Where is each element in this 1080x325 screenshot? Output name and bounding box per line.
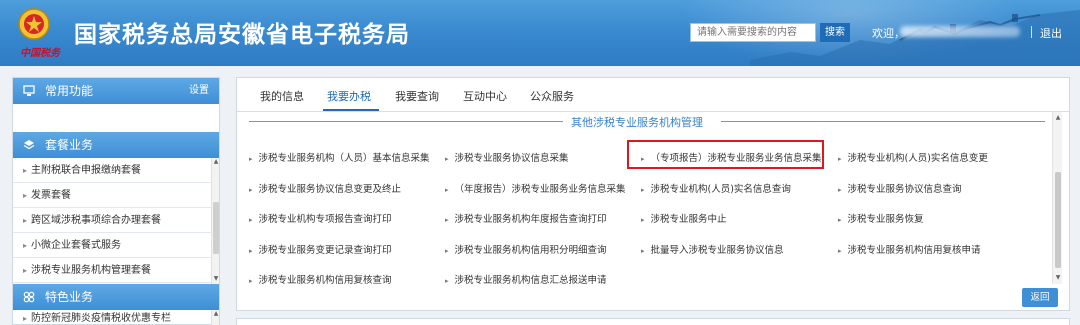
logout-link[interactable]: 退出 bbox=[1040, 25, 1062, 41]
link-credit-score-query[interactable]: 涉税专业服务机构信用积分明细查询 bbox=[445, 242, 607, 256]
scroll-up-icon[interactable]: ▲ bbox=[1054, 114, 1062, 121]
link-agreement-collect[interactable]: 涉税专业服务协议信息采集 bbox=[445, 150, 569, 164]
link-agency-basic-info[interactable]: 涉税专业服务机构（人员）基本信息采集 bbox=[249, 150, 430, 164]
sidebar-item-covid-tax[interactable]: 防控新冠肺炎疫情税收优惠专栏 bbox=[13, 310, 211, 325]
sidebar-item-cross-region[interactable]: 跨区域涉税事项综合办理套餐 bbox=[13, 208, 211, 233]
back-button[interactable]: 返回 bbox=[1022, 288, 1058, 307]
main-scrollbar[interactable]: ▲ ▼ bbox=[1052, 112, 1062, 284]
sidebar-header-common[interactable]: 常用功能 设置 bbox=[13, 78, 219, 104]
sidebar: 常用功能 设置 套餐业务 主附税联合申报缴纳套餐 发票套餐 跨区域涉税事项综合办… bbox=[12, 77, 220, 325]
scroll-down-icon[interactable]: ▼ bbox=[1054, 274, 1062, 281]
link-service-resume[interactable]: 涉税专业服务恢复 bbox=[838, 211, 924, 225]
scroll-up-icon[interactable]: ▲ bbox=[212, 158, 220, 166]
link-realname-query[interactable]: 涉税专业机构(人员)实名信息查询 bbox=[641, 181, 791, 195]
tab-query[interactable]: 我要查询 bbox=[395, 88, 439, 104]
link-special-report-print[interactable]: 涉税专业机构专项报告查询打印 bbox=[249, 211, 392, 225]
lower-panel-edge bbox=[236, 318, 1070, 325]
main-panel: 我的信息 我要办税 我要查询 互动中心 公众服务 其他涉税专业服务机构管理 涉税… bbox=[236, 77, 1070, 311]
link-annual-report-print[interactable]: 涉税专业服务机构年度报告查询打印 bbox=[445, 211, 607, 225]
link-batch-import[interactable]: 批量导入涉税专业服务协议信息 bbox=[641, 242, 784, 256]
scroll-up-icon[interactable]: ▲ bbox=[212, 310, 220, 318]
sidebar-header-common-label: 常用功能 bbox=[45, 84, 94, 98]
link-credit-review-query[interactable]: 涉税专业服务机构信用复核查询 bbox=[249, 272, 392, 286]
tab-my-info[interactable]: 我的信息 bbox=[260, 88, 304, 104]
user-name-redacted bbox=[900, 26, 1020, 37]
sidebar-item-invoice-package[interactable]: 发票套餐 bbox=[13, 183, 211, 208]
site-header: 中国税务 国家税务总局安徽省电子税务局 搜索 欢迎， 退出 bbox=[0, 0, 1080, 66]
monitor-icon bbox=[23, 85, 35, 96]
sidebar-scrollbar[interactable]: ▲ ▼ bbox=[211, 158, 219, 284]
header-divider bbox=[1031, 26, 1032, 38]
section-divider-left bbox=[249, 121, 563, 122]
section-title: 其他涉税专业服务机构管理 bbox=[571, 116, 703, 129]
sidebar-scroll-thumb[interactable] bbox=[213, 202, 219, 254]
sidebar-settings-link[interactable]: 设置 bbox=[189, 78, 209, 104]
main-scroll-thumb[interactable] bbox=[1055, 172, 1061, 268]
active-tab-indicator bbox=[323, 109, 379, 111]
sidebar-item-tax-agency-mgmt[interactable]: 涉税专业服务机构管理套餐 bbox=[13, 258, 211, 283]
tab-interaction[interactable]: 互动中心 bbox=[463, 88, 507, 104]
sidebar-scrollbar-2[interactable]: ▲ bbox=[211, 310, 219, 325]
link-agreement-query[interactable]: 涉税专业服务协议信息查询 bbox=[838, 181, 962, 195]
tab-tax-handling[interactable]: 我要办税 bbox=[327, 88, 371, 104]
link-service-suspend[interactable]: 涉税专业服务中止 bbox=[641, 211, 727, 225]
layers-icon bbox=[23, 140, 35, 150]
sidebar-header-package[interactable]: 套餐业务 bbox=[13, 132, 219, 158]
link-credit-review-apply[interactable]: 涉税专业服务机构信用复核申请 bbox=[838, 242, 981, 256]
site-title: 国家税务总局安徽省电子税务局 bbox=[74, 22, 410, 48]
brand-logo-text: 中国税务 bbox=[20, 48, 60, 59]
sidebar-header-featured-label: 特色业务 bbox=[45, 290, 94, 304]
link-agreement-change[interactable]: 涉税专业服务协议信息变更及终止 bbox=[249, 181, 402, 195]
highlight-box bbox=[627, 140, 824, 169]
sidebar-item-joint-declaration[interactable]: 主附税联合申报缴纳套餐 bbox=[13, 158, 211, 183]
tab-bar: 我的信息 我要办税 我要查询 互动中心 公众服务 bbox=[237, 78, 1069, 112]
scroll-down-icon[interactable]: ▼ bbox=[212, 275, 220, 283]
link-realname-change[interactable]: 涉税专业机构(人员)实名信息变更 bbox=[838, 150, 988, 164]
features-icon bbox=[23, 291, 35, 303]
search-button[interactable]: 搜索 bbox=[820, 23, 850, 42]
link-info-summary-apply[interactable]: 涉税专业服务机构信息汇总报送申请 bbox=[445, 272, 607, 286]
tab-public-service[interactable]: 公众服务 bbox=[530, 88, 574, 104]
sidebar-header-featured[interactable]: 特色业务 bbox=[13, 284, 219, 310]
link-change-record-print[interactable]: 涉税专业服务变更记录查询打印 bbox=[249, 242, 392, 256]
section-divider-right bbox=[721, 121, 1045, 122]
search-input[interactable] bbox=[690, 23, 816, 42]
link-annual-report-collect[interactable]: （年度报告）涉税专业服务业务信息采集 bbox=[445, 181, 626, 195]
sidebar-item-small-micro[interactable]: 小微企业套餐式服务 bbox=[13, 233, 211, 258]
sidebar-header-package-label: 套餐业务 bbox=[45, 138, 94, 152]
